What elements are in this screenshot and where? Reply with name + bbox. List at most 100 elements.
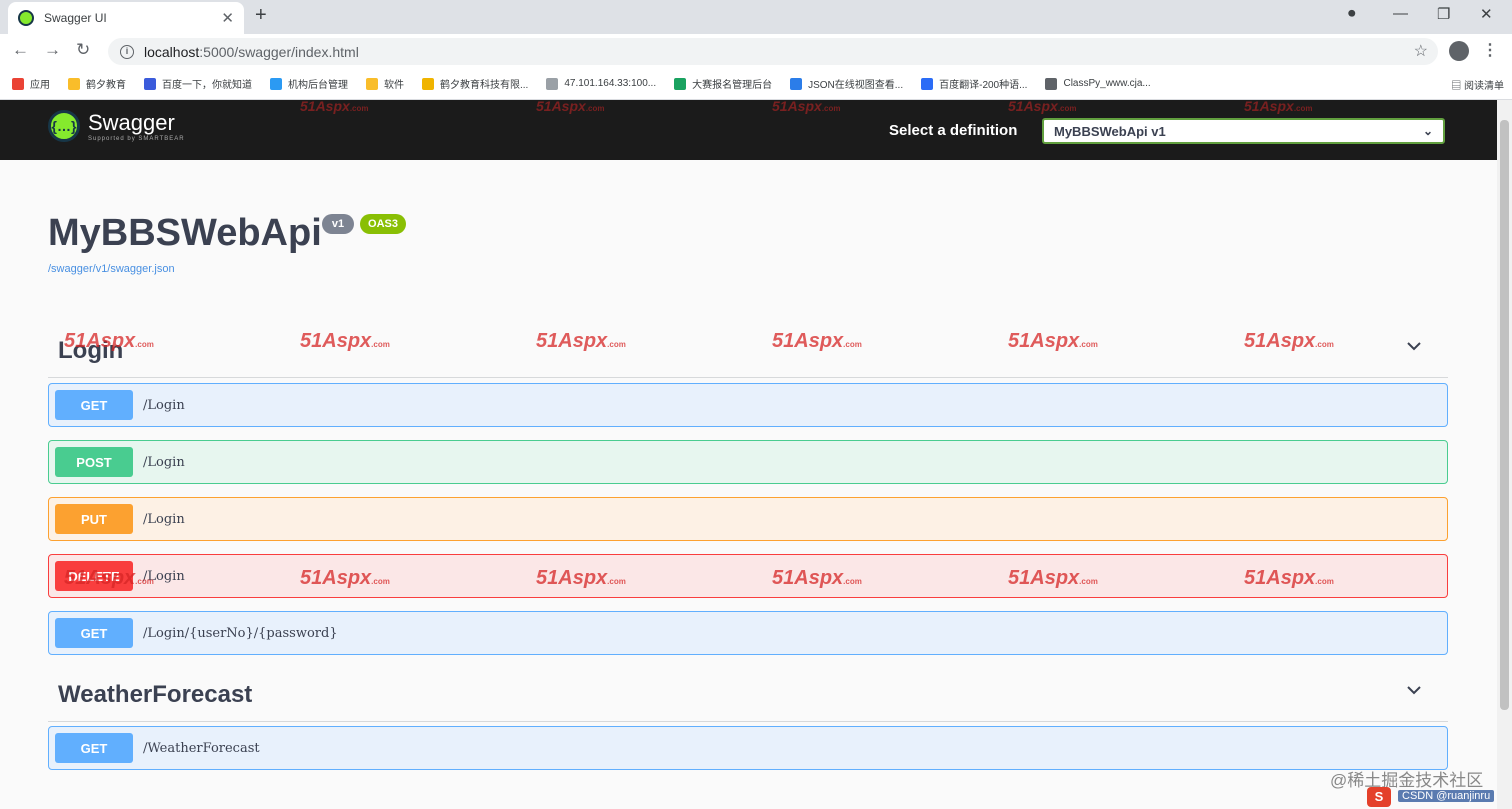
bookmark-label: 鹤夕教育科技有限...: [440, 80, 529, 91]
bookmark-label: 百度翻译-200种语...: [939, 80, 1028, 91]
swagger-logo-icon: {…}: [48, 110, 80, 142]
bookmark-item[interactable]: 百度翻译-200种语...: [921, 76, 1027, 91]
method-badge: POST: [55, 447, 133, 477]
opblock-put[interactable]: PUT/Login: [48, 497, 1448, 541]
bookmark-icon: [921, 77, 934, 90]
bookmark-label: 大赛报名管理后台: [692, 80, 773, 91]
chevron-down-icon: ⌄: [1422, 124, 1433, 138]
watermark: 51Aspx.com: [536, 98, 605, 114]
page-scrollbar[interactable]: [1497, 100, 1512, 809]
watermark: 51Aspx.com: [772, 567, 862, 589]
browser-tab[interactable]: Swagger UI ✕: [8, 2, 244, 34]
opblock-get[interactable]: GET/Login: [48, 383, 1448, 427]
bookmark-item[interactable]: ClassPy_www.cja...: [1045, 77, 1151, 90]
bookmark-label: 百度一下，你就知道: [162, 80, 252, 91]
operation-path: /Login: [143, 454, 185, 470]
close-tab-icon[interactable]: ✕: [221, 9, 234, 27]
bookmark-item[interactable]: 大赛报名管理后台: [674, 76, 772, 91]
opblock-get[interactable]: GET/WeatherForecast: [48, 726, 1448, 770]
oas-badge: OAS3: [360, 214, 406, 234]
bookmark-icon: [270, 77, 282, 90]
browser-tabstrip: Swagger UI ✕ + ⏺ — ❐ ✕: [0, 0, 1512, 34]
bookmarks-bar: 应用 鹤夕教育 百度一下，你就知道 机构后台管理 软件 鹤夕教育科技有限... 47.101…: [0, 68, 1512, 100]
corner-logo-icon: S: [1367, 787, 1391, 807]
tab-title: Swagger UI: [44, 11, 107, 25]
bookmark-icon: [144, 77, 156, 90]
chevron-down-icon[interactable]: [1406, 682, 1422, 698]
version-badge: v1: [322, 214, 354, 234]
corner-sub-text: CSDN @ruanjinru: [1398, 790, 1495, 802]
url-host: localhost: [144, 43, 200, 60]
new-tab-button[interactable]: +: [255, 4, 267, 27]
bookmark-icon: [790, 77, 803, 90]
bookmark-star-icon[interactable]: ☆: [1414, 41, 1428, 61]
swagger-favicon-icon: [18, 10, 34, 26]
bookmark-item[interactable]: 47.101.164.33:100...: [546, 77, 656, 90]
scrollbar-thumb[interactable]: [1500, 120, 1509, 710]
bookmark-item[interactable]: 鹤夕教育: [68, 76, 126, 91]
swagger-logo-sub: Supported by SMARTBEAR: [88, 136, 185, 142]
watermark: 51Aspx.com: [1008, 98, 1077, 114]
watermark: 51Aspx.com: [772, 330, 862, 352]
definition-label: Select a definition: [889, 122, 1018, 139]
opblock-delete[interactable]: DELETE/Login: [48, 554, 1448, 598]
bookmark-icon: [68, 77, 80, 90]
watermark: 51Aspx.com: [1008, 567, 1098, 589]
bookmark-item[interactable]: 鹤夕教育科技有限...: [422, 76, 528, 91]
opblock-get[interactable]: GET/Login/{userNo}/{password}: [48, 611, 1448, 655]
definition-select[interactable]: MyBBSWebApi v1 ⌄: [1042, 118, 1445, 144]
watermark: 51Aspx.com: [64, 567, 154, 589]
profile-icon[interactable]: [1449, 41, 1469, 61]
operation-path: /Login: [143, 511, 185, 527]
tag-header-weatherforecast[interactable]: WeatherForecast: [48, 668, 1448, 722]
bookmark-icon: [422, 77, 434, 90]
bookmark-label: 机构后台管理: [288, 80, 348, 91]
tag-name: WeatherForecast: [58, 680, 253, 708]
bookmark-item[interactable]: 机构后台管理: [270, 76, 348, 91]
method-badge: GET: [55, 390, 133, 420]
watermark: 51Aspx.com: [1244, 98, 1313, 114]
tag-header-login[interactable]: Login: [48, 324, 1448, 378]
bookmark-item[interactable]: 百度一下，你就知道: [144, 76, 252, 91]
reload-icon[interactable]: ↻: [76, 40, 90, 60]
watermark: 51Aspx.com: [536, 567, 626, 589]
bookmark-icon: [674, 77, 687, 90]
chevron-down-icon[interactable]: [1406, 338, 1422, 354]
bookmark-item[interactable]: JSON在线视图查看...: [790, 76, 903, 91]
watermark: 51Aspx.com: [1244, 330, 1334, 352]
watermark: 51Aspx.com: [1244, 567, 1334, 589]
menu-kebab-icon[interactable]: ⋮: [1482, 40, 1498, 60]
bookmark-label: 鹤夕教育: [86, 80, 126, 91]
watermark: 51Aspx.com: [536, 330, 626, 352]
bookmark-label: JSON在线视图查看...: [808, 80, 904, 91]
swagger-logo-name: Swagger: [88, 110, 175, 135]
bookmark-icon: [366, 77, 378, 90]
info-icon[interactable]: i: [120, 44, 134, 59]
bookmark-label: 软件: [384, 80, 404, 91]
operation-path: /Login/{userNo}/{password}: [143, 625, 338, 641]
opblock-post[interactable]: POST/Login: [48, 440, 1448, 484]
back-icon[interactable]: ←: [12, 40, 29, 60]
bookmark-item[interactable]: 应用: [12, 76, 50, 91]
url-path: :5000/swagger/index.html: [199, 43, 359, 60]
swagger-logo[interactable]: {…} Swagger Supported by SMARTBEAR: [48, 110, 185, 142]
browser-toolbar: ← → ↻ i localhost :5000/swagger/index.ht…: [0, 34, 1512, 68]
minimize-button[interactable]: —: [1393, 5, 1408, 22]
forward-icon[interactable]: →: [44, 40, 61, 60]
corner-watermark-text: @稀土掘金技术社区: [1330, 771, 1484, 790]
watermark: 51Aspx.com: [300, 98, 369, 114]
close-window-button[interactable]: ✕: [1480, 5, 1493, 23]
bookmark-icon: [12, 77, 24, 90]
spec-url-link[interactable]: /swagger/v1/swagger.json: [48, 263, 175, 275]
watermark: 51Aspx.com: [300, 567, 390, 589]
bookmark-label: 应用: [30, 80, 50, 91]
definition-select-value: MyBBSWebApi v1: [1054, 123, 1166, 139]
method-badge: PUT: [55, 504, 133, 534]
address-bar[interactable]: i localhost :5000/swagger/index.html ☆: [108, 38, 1438, 65]
watermark: 51Aspx.com: [64, 330, 154, 352]
reading-list[interactable]: ▤ 阅读清单: [1451, 77, 1504, 92]
record-icon[interactable]: ⏺: [1348, 5, 1356, 22]
maximize-button[interactable]: ❐: [1437, 5, 1450, 23]
method-badge: GET: [55, 733, 133, 763]
bookmark-item[interactable]: 软件: [366, 76, 404, 91]
